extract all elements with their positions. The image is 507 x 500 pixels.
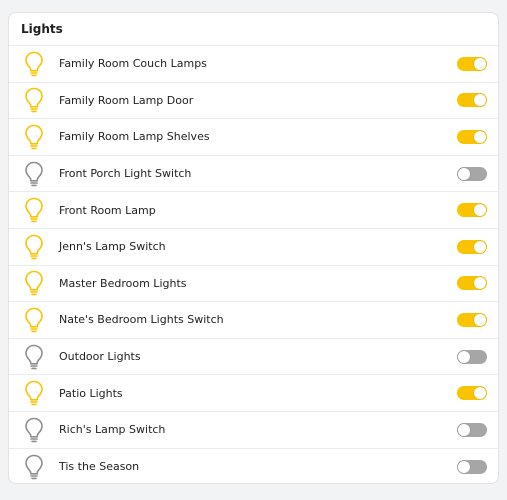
light-toggle[interactable] <box>457 129 487 144</box>
light-row: Front Porch Light Switch <box>9 156 498 193</box>
lightbulb-icon[interactable] <box>23 307 45 333</box>
light-toggle[interactable] <box>457 459 487 474</box>
toggle-knob <box>458 460 470 473</box>
toggle-knob <box>474 130 486 143</box>
toggle-knob <box>474 240 486 253</box>
light-toggle[interactable] <box>457 56 487 71</box>
light-toggle[interactable] <box>457 312 487 327</box>
light-toggle[interactable] <box>457 166 487 181</box>
light-row: Family Room Couch Lamps <box>9 46 498 83</box>
light-toggle[interactable] <box>457 239 487 254</box>
light-name: Nate's Bedroom Lights Switch <box>59 313 224 327</box>
toggle-knob <box>474 204 486 217</box>
toggle-knob <box>458 423 470 436</box>
light-name: Family Room Couch Lamps <box>59 57 207 71</box>
light-toggle[interactable] <box>457 203 487 218</box>
toggle-knob <box>474 387 486 400</box>
light-toggle[interactable] <box>457 276 487 291</box>
lightbulb-icon[interactable] <box>23 124 45 150</box>
lights-list: Family Room Couch Lamps Family Room Lamp … <box>9 46 498 483</box>
lightbulb-icon[interactable] <box>23 344 45 370</box>
lightbulb-icon[interactable] <box>23 87 45 113</box>
toggle-knob <box>474 94 486 107</box>
light-name: Outdoor Lights <box>59 350 141 364</box>
light-row: Tis the Season <box>9 449 498 483</box>
light-name: Rich's Lamp Switch <box>59 423 166 437</box>
light-name: Tis the Season <box>59 460 140 474</box>
card-title: Lights <box>9 13 498 46</box>
lightbulb-icon[interactable] <box>23 234 45 260</box>
light-toggle[interactable] <box>457 349 487 364</box>
toggle-knob <box>474 277 486 290</box>
lightbulb-icon[interactable] <box>23 197 45 223</box>
light-row: Front Room Lamp <box>9 192 498 229</box>
light-name: Master Bedroom Lights <box>59 276 187 290</box>
light-row: Outdoor Lights <box>9 339 498 376</box>
light-toggle[interactable] <box>457 93 487 108</box>
lightbulb-icon[interactable] <box>23 417 45 443</box>
lights-card: Lights Family Room Couch Lamps Family Roo… <box>8 12 499 484</box>
toggle-knob <box>458 350 470 363</box>
light-name: Jenn's Lamp Switch <box>59 240 166 254</box>
lightbulb-icon[interactable] <box>23 51 45 77</box>
light-name: Front Porch Light Switch <box>59 167 192 181</box>
lightbulb-icon[interactable] <box>23 380 45 406</box>
light-row: Family Room Lamp Door <box>9 83 498 120</box>
light-toggle[interactable] <box>457 386 487 401</box>
light-row: Patio Lights <box>9 375 498 412</box>
light-toggle[interactable] <box>457 422 487 437</box>
light-name: Patio Lights <box>59 386 123 400</box>
light-row: Rich's Lamp Switch <box>9 412 498 449</box>
light-row: Nate's Bedroom Lights Switch <box>9 302 498 339</box>
toggle-knob <box>458 167 470 180</box>
lightbulb-icon[interactable] <box>23 161 45 187</box>
light-row: Family Room Lamp Shelves <box>9 119 498 156</box>
light-row: Jenn's Lamp Switch <box>9 229 498 266</box>
toggle-knob <box>474 57 486 70</box>
light-name: Family Room Lamp Door <box>59 93 194 107</box>
light-row: Master Bedroom Lights <box>9 266 498 303</box>
lightbulb-icon[interactable] <box>23 270 45 296</box>
toggle-knob <box>474 313 486 326</box>
light-name: Family Room Lamp Shelves <box>59 130 210 144</box>
lightbulb-icon[interactable] <box>23 454 45 480</box>
light-name: Front Room Lamp <box>59 203 156 217</box>
